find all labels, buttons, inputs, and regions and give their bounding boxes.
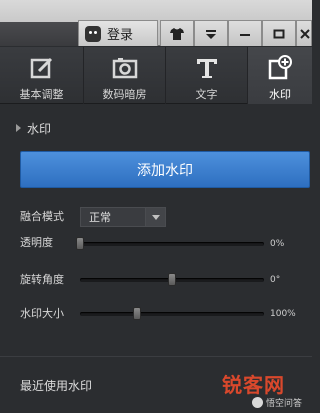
minimize-icon [240,33,250,36]
close-icon [300,28,310,39]
size-slider[interactable] [80,307,264,320]
tab-watermark[interactable]: 水印 [248,47,312,104]
menu-dropdown-button[interactable] [194,20,228,46]
size-label: 水印大小 [20,307,64,320]
close-button[interactable] [296,20,312,46]
site-watermark-text: 锐客网 [222,373,285,397]
watermark-section-header[interactable]: 水印 [0,117,312,139]
opacity-label: 透明度 [20,236,53,249]
shirt-icon [170,27,184,40]
size-slider-handle[interactable] [133,307,142,320]
logo-icon [252,397,263,408]
section-title: 水印 [27,121,52,136]
rotation-slider[interactable] [80,273,264,286]
watermark-add-icon [267,55,293,81]
blend-mode-value: 正常 [89,211,111,224]
opacity-slider-handle[interactable] [76,237,84,250]
opacity-value: 0% [270,239,285,249]
blend-mode-select[interactable]: 正常 [80,207,166,227]
add-watermark-button[interactable]: 添加水印 [20,151,310,188]
tab-label: 文字 [195,88,218,101]
title-bar-dark-area [0,22,78,46]
rotation-label: 旋转角度 [20,273,64,286]
maximize-button[interactable] [262,20,296,46]
tool-tabs: 基本调整 数码暗房 文字 水印 [0,47,312,104]
divider [0,356,312,357]
rotation-slider-handle[interactable] [168,273,176,286]
recent-watermarks-label: 最近使用水印 [20,379,93,393]
blend-mode-label: 融合模式 [20,210,64,223]
camera-icon [112,55,138,81]
tab-label: 数码暗房 [102,88,147,101]
edit-square-icon [29,55,55,81]
login-label: 登录 [107,28,134,43]
maximize-icon [273,29,285,38]
login-button[interactable]: 登录 [78,20,158,46]
rotation-value: 0° [270,275,281,285]
title-bar: 登录 [0,0,312,46]
expand-triangle-icon [16,124,21,132]
minimize-button[interactable] [228,20,262,46]
dropdown-icon [206,29,216,39]
chevron-down-icon [145,208,165,226]
tab-digital-darkroom[interactable]: 数码暗房 [84,47,166,104]
opacity-slider[interactable] [76,237,264,250]
source-watermark: 悟空问答 [252,396,302,409]
tab-basic-adjust[interactable]: 基本调整 [0,47,84,104]
qq-avatar-icon [85,25,101,42]
tab-text[interactable]: 文字 [166,47,248,104]
source-watermark-text: 悟空问答 [266,399,303,409]
tab-label: 基本调整 [19,88,64,101]
tab-label: 水印 [269,88,291,101]
text-icon [194,55,220,81]
size-value: 100% [270,309,296,319]
skin-button[interactable] [160,20,194,46]
